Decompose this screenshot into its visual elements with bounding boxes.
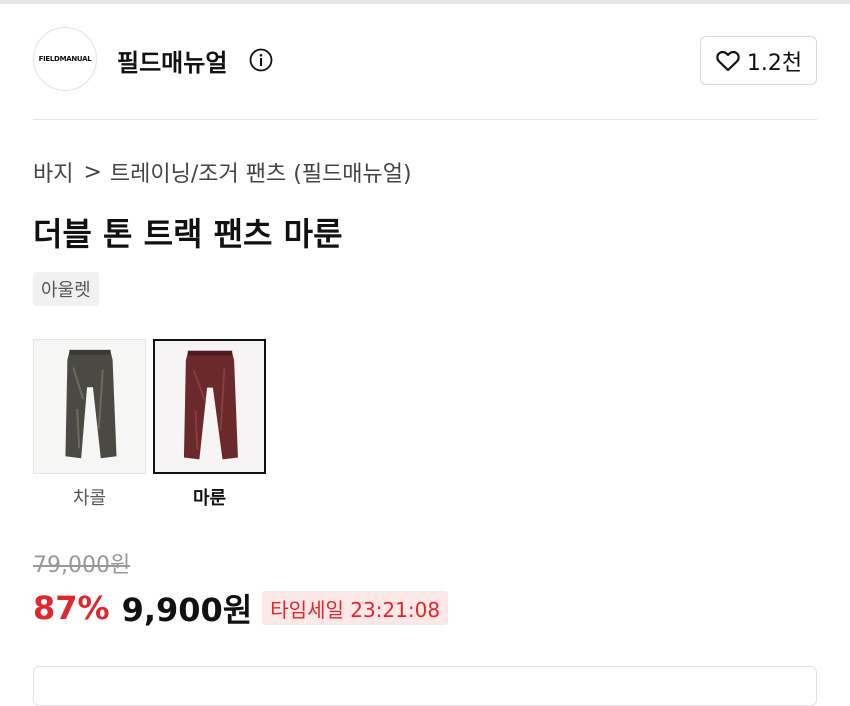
breadcrumb: 바지 > 트레이닝/조거 팬츠 (필드매뉴얼): [33, 156, 412, 188]
discount-rate: 87%: [33, 589, 110, 627]
pants-image: [155, 341, 264, 472]
pants-thumbnail-charcoal: [33, 339, 146, 474]
top-edge-divider: [0, 0, 850, 4]
sale-price: 9,900원: [121, 591, 253, 629]
brand-name[interactable]: 필드매뉴얼: [117, 43, 227, 78]
color-label: 마룬: [192, 488, 227, 509]
heart-icon: [716, 50, 740, 71]
price-row: 87% 9,900원 타임세일 23:21:08: [33, 588, 449, 629]
color-option-charcoal[interactable]: 차콜: [33, 339, 146, 510]
like-button[interactable]: 1.2천: [700, 36, 817, 85]
product-title: 더블 톤 트랙 팬츠 마룬: [33, 215, 343, 253]
breadcrumb-chevron-icon: >: [83, 159, 102, 185]
brand-logo[interactable]: FIELDMANUAL: [33, 27, 97, 91]
header-divider: [33, 119, 817, 120]
brand-header: FIELDMANUAL 필드매뉴얼 1.2천: [33, 27, 817, 95]
breadcrumb-category[interactable]: 바지: [33, 156, 73, 188]
like-count: 1.2천: [746, 50, 803, 76]
breadcrumb-subcategory[interactable]: 트레이닝/조거 팬츠 (필드매뉴얼): [110, 156, 412, 188]
next-section-box: [33, 666, 817, 706]
outlet-tag: 아울렛: [33, 272, 99, 306]
original-price: 79,000원: [33, 553, 131, 578]
timesale-badge: 타임세일 23:21:08: [262, 591, 449, 625]
pants-image: [34, 340, 145, 473]
pants-thumbnail-maroon: [153, 339, 266, 474]
info-icon[interactable]: [249, 48, 273, 72]
color-option-maroon[interactable]: 마룬: [153, 339, 266, 510]
color-label: 차콜: [72, 488, 107, 509]
